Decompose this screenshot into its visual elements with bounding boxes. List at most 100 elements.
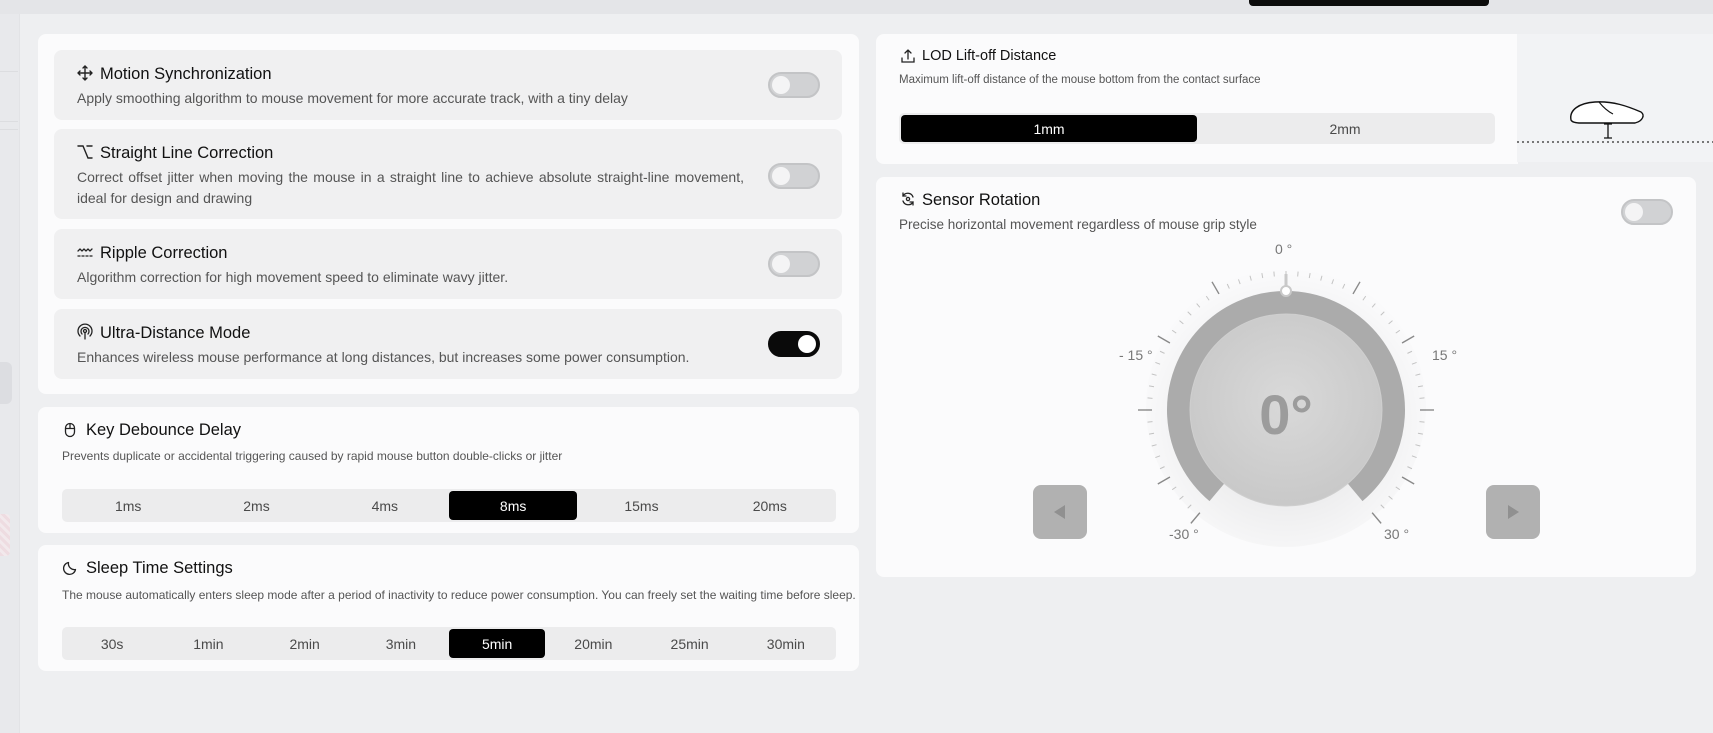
mouse-side-icon <box>1517 101 1713 143</box>
triangle-left-icon <box>1054 505 1065 519</box>
dial-tick <box>1237 279 1241 285</box>
sensor-rotation-toggle[interactable] <box>1621 199 1673 225</box>
dial-tick <box>1407 350 1413 354</box>
dial-tick <box>1352 281 1361 295</box>
sleep-option[interactable]: 25min <box>642 629 738 658</box>
section-desc: Maximum lift-off distance of the mouse b… <box>899 74 1261 86</box>
straight-line-card: Straight Line Correction Correct offset … <box>54 129 842 219</box>
lod-option[interactable]: 2mm <box>1197 115 1493 142</box>
dial-tick <box>1388 320 1393 325</box>
top-bar <box>0 0 1713 14</box>
ripple-icon <box>76 243 94 261</box>
rail-segment <box>0 14 18 72</box>
move-arrows-icon <box>76 64 94 82</box>
rail-tab[interactable] <box>0 362 12 404</box>
dial-tick <box>1308 273 1311 279</box>
dial-tick <box>1417 385 1423 388</box>
dial-label-left-mid: - 15 ° <box>1119 347 1153 363</box>
dial-tick <box>1261 273 1264 279</box>
feature-desc: Correct offset jitter when moving the mo… <box>77 169 744 206</box>
dial-tick <box>1388 495 1393 500</box>
debounce-option[interactable]: 4ms <box>321 491 449 520</box>
section-desc: Prevents duplicate or accidental trigger… <box>62 449 563 463</box>
ultra-distance-card: Ultra-Distance Mode Enhances wireless mo… <box>54 309 842 379</box>
straight-line-icon <box>76 143 94 161</box>
lod-option[interactable]: 1mm <box>901 115 1197 142</box>
sleep-option[interactable]: 1min <box>160 629 256 658</box>
dial-label-left-low: -30 ° <box>1169 526 1199 542</box>
sensor-rotation-panel: Sensor Rotation Precise horizontal movem… <box>876 177 1696 577</box>
dial-pointer-knob[interactable] <box>1280 285 1292 297</box>
feature-title: Ultra-Distance Mode <box>100 324 251 342</box>
dial-tick <box>1371 512 1382 524</box>
toggle-knob <box>772 76 790 94</box>
lod-selector: 1mm 2mm <box>899 113 1495 144</box>
debounce-selector: 1ms 2ms 4ms 8ms 15ms 20ms <box>62 489 836 522</box>
dial-tick <box>1415 444 1421 447</box>
triangle-right-icon <box>1508 505 1519 519</box>
dial-tick <box>1155 455 1161 459</box>
dial-tick <box>1371 303 1376 308</box>
lift-off-icon <box>900 48 916 64</box>
dial-tick <box>1411 361 1417 365</box>
ripple-card: Ripple Correction Algorithm correction f… <box>54 229 842 299</box>
section-title: Sensor Rotation <box>922 191 1041 209</box>
sleep-option[interactable]: 2min <box>257 629 353 658</box>
dial-tick <box>1171 329 1177 334</box>
dial-tick <box>1190 512 1201 524</box>
feature-title: Straight Line Correction <box>100 144 274 162</box>
section-title: LOD Lift-off Distance <box>922 48 1057 64</box>
debounce-option[interactable]: 2ms <box>192 491 320 520</box>
sleep-option[interactable]: 3min <box>353 629 449 658</box>
feature-desc: Enhances wireless mouse performance at l… <box>77 349 690 365</box>
sleep-selector: 30s 1min 2min 3min 5min 20min 25min 30min <box>62 627 836 660</box>
dial-tick <box>1171 486 1177 491</box>
left-rail <box>0 14 20 733</box>
dial-tick <box>1187 504 1192 509</box>
motion-sync-toggle[interactable] <box>768 72 820 98</box>
toggle-knob <box>798 335 816 353</box>
dial-tick <box>1187 311 1192 316</box>
feature-toggles-panel: Motion Synchronization Apply smoothing a… <box>38 34 859 394</box>
dial-tick <box>1415 373 1421 376</box>
ripple-toggle[interactable] <box>768 251 820 277</box>
top-indicator <box>1249 0 1489 6</box>
dial-tick <box>1149 385 1155 388</box>
debounce-option[interactable]: 15ms <box>577 491 705 520</box>
dial-tick <box>1157 335 1171 344</box>
dial-tick <box>1211 281 1220 295</box>
rotate-right-button[interactable] <box>1486 485 1540 539</box>
dial-label-top: 0 ° <box>1275 241 1293 257</box>
dial-tick <box>1417 432 1423 435</box>
sleep-option[interactable]: 5min <box>449 629 546 658</box>
ultra-distance-toggle[interactable] <box>768 331 820 357</box>
dial-tick <box>1320 275 1323 281</box>
dial-tick <box>1411 455 1417 459</box>
moon-icon <box>62 560 78 576</box>
motion-sync-card: Motion Synchronization Apply smoothing a… <box>54 50 842 120</box>
sleep-option[interactable]: 30s <box>64 629 160 658</box>
sleep-panel: Sleep Time Settings The mouse automatica… <box>38 545 859 671</box>
debounce-option[interactable]: 20ms <box>706 491 834 520</box>
antenna-signal-icon <box>76 323 94 341</box>
dial-tick <box>1342 283 1346 289</box>
rotate-left-button[interactable] <box>1033 485 1087 539</box>
dial-tick <box>1331 279 1335 285</box>
rotation-icon <box>900 191 916 207</box>
sleep-option[interactable]: 30min <box>738 629 834 658</box>
section-title: Sleep Time Settings <box>86 559 233 577</box>
rotation-value: 0° <box>1259 383 1313 446</box>
straight-line-toggle[interactable] <box>768 163 820 189</box>
sleep-option[interactable]: 20min <box>545 629 641 658</box>
dial-tick <box>1205 295 1210 301</box>
toggle-knob <box>772 255 790 273</box>
debounce-option[interactable]: 1ms <box>64 491 192 520</box>
dial-tick <box>1196 303 1201 308</box>
dial-tick <box>1151 373 1157 376</box>
feature-desc: Algorithm correction for high movement s… <box>77 269 509 285</box>
debounce-option[interactable]: 8ms <box>448 491 578 520</box>
toggle-knob <box>1625 203 1643 221</box>
section-desc: The mouse automatically enters sleep mod… <box>62 588 856 602</box>
mouse-icon <box>62 422 78 438</box>
dial-tick <box>1149 432 1155 435</box>
